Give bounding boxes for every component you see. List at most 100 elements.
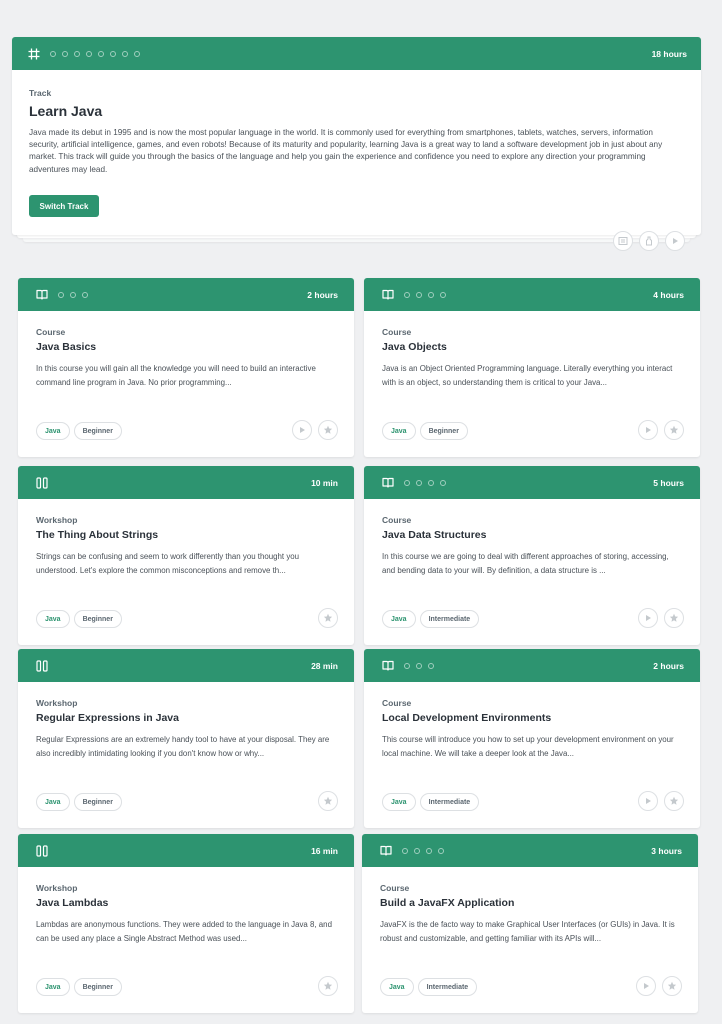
card-duration: 3 hours — [651, 845, 682, 856]
card-kind: Course — [382, 327, 412, 337]
tag-language[interactable]: Java — [36, 793, 70, 811]
card-title[interactable]: The Thing About Strings — [36, 529, 336, 541]
tag-level[interactable]: Intermediate — [417, 978, 478, 996]
tag-level[interactable]: Beginner — [73, 793, 122, 811]
workspace-icon[interactable] — [613, 231, 633, 251]
tag-level[interactable]: Beginner — [73, 422, 122, 440]
card-progress-dots — [58, 291, 88, 298]
card-title[interactable]: Java Objects — [382, 341, 682, 353]
card-tags: Java Intermediate — [382, 793, 480, 811]
track-progress-dots — [50, 50, 140, 57]
course-card[interactable]: 2 hours Course Java Basics In this course y… — [18, 278, 354, 457]
star-icon[interactable] — [318, 420, 338, 440]
card-kind: Workshop — [36, 515, 78, 525]
play-icon[interactable] — [638, 791, 658, 811]
star-icon[interactable] — [318, 791, 338, 811]
tag-level[interactable]: Beginner — [419, 422, 468, 440]
play-icon[interactable] — [638, 420, 658, 440]
tag-level[interactable]: Beginner — [73, 610, 122, 628]
track-stack-shadow — [23, 238, 690, 242]
card-duration: 2 hours — [653, 660, 684, 671]
card-progress-dots — [404, 479, 446, 486]
tag-level[interactable]: Intermediate — [419, 793, 480, 811]
card-header-bar: 16 min — [18, 834, 354, 867]
card-actions — [292, 420, 338, 440]
workshop-card[interactable]: 10 min Workshop The Thing About Strings Str… — [18, 466, 354, 645]
card-description: JavaFX is the de facto way to make Graph… — [380, 920, 675, 943]
card-progress-dots — [404, 662, 434, 669]
workshop-card[interactable]: 28 min Workshop Regular Expressions in Jav… — [18, 649, 354, 828]
workshop-icon — [36, 844, 48, 857]
card-title[interactable]: Local Development Environments — [382, 712, 682, 724]
card-tags: Java Beginner — [36, 793, 122, 811]
card-actions — [638, 420, 684, 440]
tag-language[interactable]: Java — [382, 610, 416, 628]
card-title[interactable]: Java Basics — [36, 341, 336, 353]
course-card[interactable]: 3 hours Course Build a JavaFX Application J… — [362, 834, 698, 1013]
card-actions — [318, 976, 338, 996]
tag-language[interactable]: Java — [380, 978, 414, 996]
card-tags: Java Beginner — [382, 422, 468, 440]
star-icon[interactable] — [318, 608, 338, 628]
play-icon[interactable] — [638, 608, 658, 628]
tag-language[interactable]: Java — [36, 422, 70, 440]
card-header-bar: 2 hours — [18, 278, 354, 311]
course-card[interactable]: 5 hours Course Java Data Structures In this… — [364, 466, 700, 645]
card-tags: Java Beginner — [36, 978, 122, 996]
bottle-icon[interactable] — [639, 231, 659, 251]
play-icon[interactable] — [665, 231, 685, 251]
card-actions — [318, 608, 338, 628]
course-card[interactable]: 2 hours Course Local Development Environme… — [364, 649, 700, 828]
star-icon[interactable] — [662, 976, 682, 996]
card-tags: Java Beginner — [36, 610, 122, 628]
card-actions — [636, 976, 682, 996]
course-card[interactable]: 4 hours Course Java Objects Java is an Obje… — [364, 278, 700, 457]
track-description: Java made its debut in 1995 and is now t… — [29, 128, 663, 174]
card-title[interactable]: Java Lambdas — [36, 897, 336, 909]
workshop-icon — [36, 659, 48, 672]
card-actions — [318, 791, 338, 811]
workshop-card[interactable]: 16 min Workshop Java Lambdas Lambdas are an… — [18, 834, 354, 1013]
track-kind: Track — [29, 88, 52, 98]
card-duration: 2 hours — [307, 289, 338, 300]
star-icon[interactable] — [318, 976, 338, 996]
switch-track-button[interactable]: Switch Track — [29, 195, 99, 217]
card-duration: 16 min — [311, 845, 338, 856]
track-title[interactable]: Learn Java — [29, 103, 684, 119]
card-kind: Course — [382, 698, 412, 708]
track-actions — [613, 231, 685, 251]
tag-language[interactable]: Java — [382, 793, 416, 811]
play-icon[interactable] — [636, 976, 656, 996]
card-tags: Java Intermediate — [380, 978, 478, 996]
card-kind: Course — [36, 327, 66, 337]
card-title[interactable]: Build a JavaFX Application — [380, 897, 680, 909]
tag-language[interactable]: Java — [36, 610, 70, 628]
track-icon — [28, 48, 40, 60]
card-kind: Workshop — [36, 883, 78, 893]
card-tags: Java Beginner — [36, 422, 122, 440]
card-title[interactable]: Java Data Structures — [382, 529, 682, 541]
card-description: Regular Expressions are an extremely han… — [36, 735, 330, 758]
track-card[interactable]: 18 hours Track Learn Java Java made its … — [12, 37, 701, 251]
tag-language[interactable]: Java — [36, 978, 70, 996]
card-duration: 10 min — [311, 477, 338, 488]
card-kind: Workshop — [36, 698, 78, 708]
card-duration: 28 min — [311, 660, 338, 671]
card-title[interactable]: Regular Expressions in Java — [36, 712, 336, 724]
play-icon[interactable] — [292, 420, 312, 440]
star-icon[interactable] — [664, 608, 684, 628]
tag-level[interactable]: Beginner — [73, 978, 122, 996]
card-duration: 4 hours — [653, 289, 684, 300]
card-actions — [638, 608, 684, 628]
book-icon — [382, 289, 394, 300]
card-description: In this course we are going to deal with… — [382, 552, 669, 575]
card-description: In this course you will gain all the kno… — [36, 364, 316, 387]
track-duration: 18 hours — [651, 48, 687, 59]
star-icon[interactable] — [664, 791, 684, 811]
tag-level[interactable]: Intermediate — [419, 610, 480, 628]
tag-language[interactable]: Java — [382, 422, 416, 440]
star-icon[interactable] — [664, 420, 684, 440]
card-duration: 5 hours — [653, 477, 684, 488]
track-header-bar: 18 hours — [12, 37, 701, 70]
card-header-bar: 5 hours — [364, 466, 700, 499]
